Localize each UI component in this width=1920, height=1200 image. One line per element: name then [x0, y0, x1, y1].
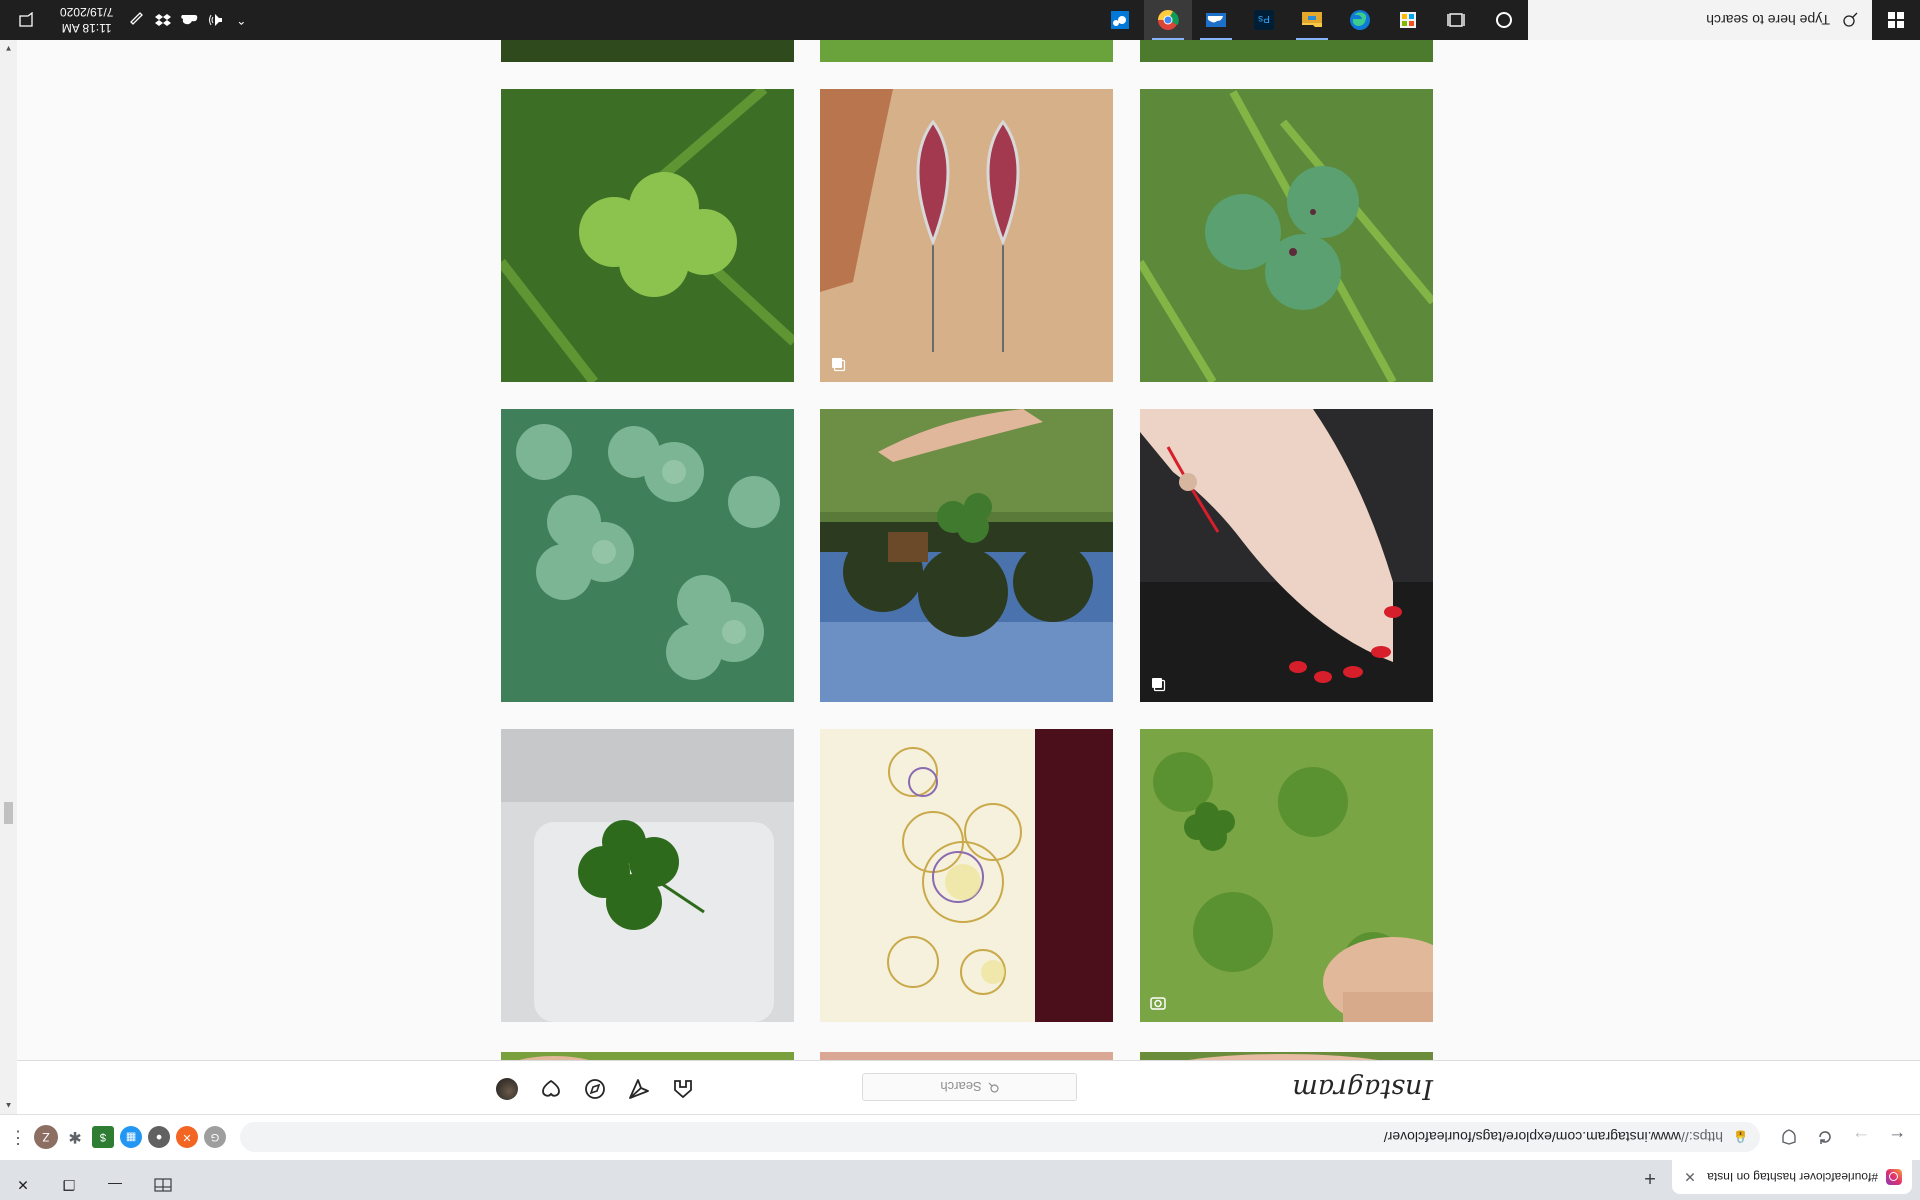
extension-g-icon[interactable]: G: [204, 1126, 226, 1149]
vertical-scrollbar[interactable]: ▲ ▼: [0, 40, 17, 1114]
file-explorer-icon[interactable]: [1288, 0, 1336, 40]
scroll-down-arrow-icon[interactable]: ▼: [0, 40, 17, 57]
post-tile-8[interactable]: [820, 729, 1113, 1022]
search-icon: [1843, 12, 1858, 27]
lock-icon[interactable]: 🔒: [1733, 1131, 1748, 1145]
action-center-icon[interactable]: [6, 0, 46, 40]
system-tray: ⌃ 11:18 AM 7/19/2020: [0, 0, 251, 40]
minimize-button[interactable]: —: [92, 1170, 138, 1200]
pen-icon[interactable]: [127, 10, 147, 30]
extension-circle-icon[interactable]: ●: [148, 1126, 170, 1149]
settings-icon[interactable]: [1096, 0, 1144, 40]
edge-icon[interactable]: [1336, 0, 1384, 40]
taskbar-search-placeholder: Type here to search: [1706, 12, 1830, 28]
tab-strip: #fourleafclover hashtag on Insta ✕ + — ❐…: [0, 1160, 1920, 1200]
post-tile-1[interactable]: [501, 89, 794, 382]
scroll-up-arrow-icon[interactable]: ▲: [0, 1097, 17, 1114]
tab-search-icon[interactable]: [140, 1170, 186, 1200]
chrome-menu-button[interactable]: ⋮: [8, 1127, 28, 1148]
activity-heart-icon[interactable]: [540, 1078, 562, 1100]
photoshop-label: Ps: [1258, 13, 1270, 24]
screen: #fourleafclover hashtag on Insta ✕ + — ❐…: [0, 0, 1920, 1200]
onedrive-icon[interactable]: [1192, 0, 1240, 40]
multiple-photos-icon: [1152, 678, 1166, 692]
cortana-icon[interactable]: [1480, 0, 1528, 40]
instagram-search-input[interactable]: Search: [862, 1073, 1077, 1101]
address-bar[interactable]: 🔒 https://www.instagram.com/explore/tags…: [240, 1122, 1760, 1153]
task-view-icon[interactable]: [1432, 0, 1480, 40]
post-tile-5[interactable]: [820, 409, 1113, 702]
post-tile-top-partial-2[interactable]: [820, 40, 1113, 62]
browser-toolbar: ← → 🔒 https://www.instagram.com/explore/…: [0, 1114, 1920, 1160]
extension-x-icon[interactable]: ✕: [176, 1126, 198, 1149]
forward-button[interactable]: →: [1846, 1123, 1876, 1153]
explore-icon[interactable]: [584, 1078, 606, 1100]
start-button[interactable]: [1872, 0, 1920, 40]
windows-taskbar: Type here to search Ps ⌃ 11:18 AM 7/19/2…: [0, 0, 1920, 40]
profile-avatar-button[interactable]: Z: [34, 1125, 58, 1150]
onedrive-cloud-icon[interactable]: [179, 10, 199, 30]
camera-icon: [1150, 997, 1166, 1010]
active-indicator: [1200, 38, 1232, 40]
url-text: www.instagram.com/explore/tags/fourleafc…: [1383, 1129, 1682, 1146]
extension-green-icon[interactable]: $: [92, 1126, 114, 1149]
multiple-photos-icon: [832, 358, 846, 372]
active-indicator: [1296, 38, 1328, 40]
scrollbar-thumb[interactable]: [4, 802, 13, 824]
dropbox-icon[interactable]: [153, 10, 173, 30]
shield-icon[interactable]: [1774, 1123, 1804, 1153]
post-tile-6[interactable]: [1140, 409, 1433, 702]
tab-title: #fourleafclover hashtag on Insta: [1707, 1170, 1878, 1184]
reload-button[interactable]: [1810, 1123, 1840, 1153]
page-viewport[interactable]: Instagram Search ▲ ▼: [0, 40, 1920, 1114]
show-hidden-icons-chevron-icon[interactable]: ⌃: [231, 10, 251, 30]
tab-instagram[interactable]: #fourleafclover hashtag on Insta ✕: [1672, 1160, 1912, 1194]
chrome-icon[interactable]: [1144, 0, 1192, 40]
clock-date: 7/19/2020: [60, 5, 114, 19]
post-grid: [17, 40, 1920, 1114]
window-controls: — ❐ ✕: [0, 1170, 138, 1200]
instagram-logo[interactable]: Instagram: [1292, 1073, 1433, 1104]
active-indicator: [1152, 38, 1184, 40]
post-tile-top-partial-1[interactable]: [1140, 40, 1433, 62]
restore-button[interactable]: ❐: [46, 1170, 92, 1200]
close-window-button[interactable]: ✕: [0, 1170, 46, 1200]
photoshop-icon[interactable]: Ps: [1240, 0, 1288, 40]
tab-close-icon[interactable]: ✕: [1682, 1169, 1698, 1186]
instagram-nav: [496, 1078, 694, 1100]
post-tile-3[interactable]: [1140, 89, 1433, 382]
instagram-favicon-icon: [1886, 1169, 1902, 1185]
taskbar-search-box[interactable]: Type here to search: [1528, 0, 1872, 40]
direct-icon[interactable]: [628, 1078, 650, 1100]
extensions-puzzle-icon[interactable]: ✱: [64, 1127, 86, 1149]
taskbar-clock[interactable]: 11:18 AM 7/19/2020: [52, 4, 121, 36]
search-placeholder: Search: [940, 1079, 982, 1095]
post-tile-7[interactable]: [501, 729, 794, 1022]
new-tab-button[interactable]: +: [1636, 1164, 1664, 1192]
volume-icon[interactable]: [205, 10, 225, 30]
profile-avatar[interactable]: [496, 1078, 518, 1100]
post-tile-4[interactable]: [501, 409, 794, 702]
home-icon[interactable]: [672, 1078, 694, 1100]
instagram-header: Instagram Search: [17, 1060, 1920, 1114]
windows-logo-icon: [1888, 12, 1904, 28]
post-tile-9[interactable]: [1140, 729, 1433, 1022]
search-icon: [988, 1080, 999, 1095]
back-button[interactable]: ←: [1882, 1123, 1912, 1153]
post-tile-2[interactable]: [820, 89, 1113, 382]
extension-blue-icon[interactable]: ▦: [120, 1126, 142, 1149]
store-icon[interactable]: [1384, 0, 1432, 40]
url-scheme: https://: [1681, 1129, 1724, 1146]
post-tile-top-partial-3[interactable]: [501, 40, 794, 62]
clock-time: 11:18 AM: [61, 21, 112, 35]
